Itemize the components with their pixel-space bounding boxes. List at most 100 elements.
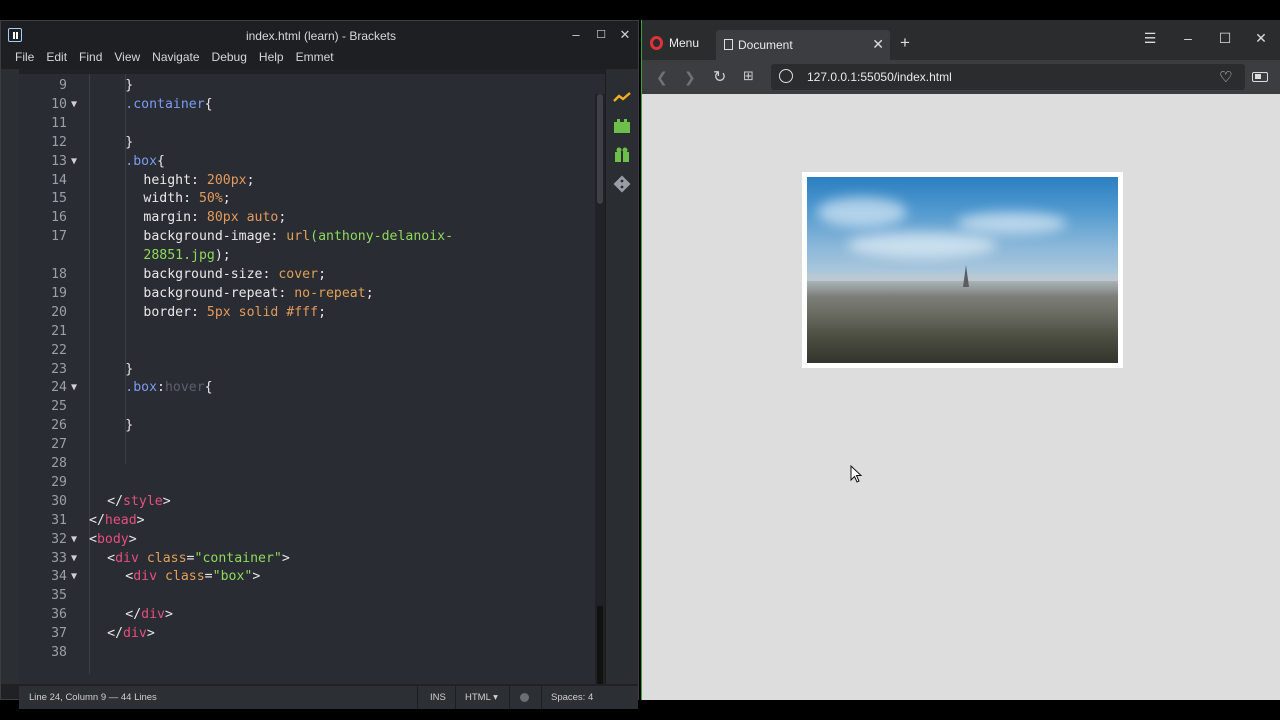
code-text: background-image: url(anthony-delanoix- xyxy=(143,227,453,246)
code-line[interactable]: 14 height: 200px; xyxy=(19,171,605,190)
page-viewport xyxy=(642,95,1280,700)
back-icon[interactable]: ❮ xyxy=(656,69,668,86)
code-token: background-repeat: xyxy=(143,285,295,301)
code-token: : xyxy=(157,380,165,396)
line-number: 31 xyxy=(51,512,67,528)
close-button[interactable]: ✕ xyxy=(615,25,635,45)
menu-navigate[interactable]: Navigate xyxy=(146,49,205,69)
code-text: </div> xyxy=(107,624,155,643)
cursor-position[interactable]: Line 24, Column 9 — 44 Lines xyxy=(29,692,157,703)
code-line[interactable]: 38 xyxy=(19,643,605,662)
url-field[interactable]: 127.0.0.1:55050/index.html ♡ xyxy=(771,64,1245,90)
fold-arrow-icon[interactable]: ▼ xyxy=(71,549,77,568)
menu-file[interactable]: File xyxy=(9,49,40,69)
menu-label: Menu xyxy=(669,36,700,50)
code-line[interactable]: 25 xyxy=(19,397,605,416)
forward-icon[interactable]: ❯ xyxy=(684,69,696,86)
code-line[interactable]: 19 background-repeat: no-repeat; xyxy=(19,284,605,303)
code-line[interactable]: 20 border: 5px solid #fff; xyxy=(19,303,605,322)
browser-close-button[interactable]: ✕ xyxy=(1251,30,1271,47)
code-line[interactable]: 33 ▼ <div class="container"> xyxy=(19,549,605,568)
code-line[interactable]: 24 ▼ .box:hover{ xyxy=(19,378,605,397)
git-icon[interactable] xyxy=(613,175,631,193)
minimize-button[interactable]: – xyxy=(566,25,586,45)
reload-icon[interactable]: ↻ xyxy=(713,67,726,87)
code-line[interactable]: 13 ▼ .box{ xyxy=(19,152,605,171)
maximize-button[interactable]: ☐ xyxy=(591,25,611,45)
code-line[interactable]: 34 ▼ <div class="box"> xyxy=(19,567,605,586)
code-token: { xyxy=(204,96,213,112)
menu-find[interactable]: Find xyxy=(73,49,108,69)
extension-gift-icon[interactable] xyxy=(613,146,631,164)
code-line[interactable]: 17 background-image: url(anthony-delanoix… xyxy=(19,227,605,246)
code-token: > xyxy=(128,531,137,547)
code-line[interactable]: 22 xyxy=(19,341,605,360)
line-number: 34 xyxy=(51,569,67,585)
fold-arrow-icon[interactable]: ▼ xyxy=(71,567,77,586)
extension-manager-icon[interactable] xyxy=(613,117,631,135)
code-text: border: 5px solid #fff; xyxy=(143,303,326,322)
tab-menu-icon[interactable]: ☰ xyxy=(1140,30,1160,47)
code-token: 50% xyxy=(198,191,223,207)
line-number: 23 xyxy=(51,361,67,377)
line-number: 12 xyxy=(51,134,67,150)
code-line[interactable]: 23} xyxy=(19,360,605,379)
opera-menu-button[interactable]: Menu xyxy=(650,36,699,50)
line-number: 30 xyxy=(51,493,67,509)
speed-dial-icon[interactable]: ⊞ xyxy=(743,68,754,84)
menu-edit[interactable]: Edit xyxy=(40,49,73,69)
status-separator xyxy=(455,686,456,709)
code-line[interactable]: 12} xyxy=(19,133,605,152)
status-separator xyxy=(417,686,418,709)
code-line[interactable]: 36 </div> xyxy=(19,605,605,624)
code-line[interactable]: 35 xyxy=(19,586,605,605)
document-icon xyxy=(724,39,733,50)
code-line[interactable]: 28851.jpg); xyxy=(19,246,605,265)
tab-document[interactable]: Document ✕ xyxy=(716,30,890,60)
code-line[interactable]: 37 </div> xyxy=(19,624,605,643)
code-token: </ xyxy=(107,493,124,509)
code-token: } xyxy=(125,361,134,377)
language-select[interactable]: HTML ▾ xyxy=(465,692,498,703)
menu-debug[interactable]: Debug xyxy=(206,49,253,69)
menu-help[interactable]: Help xyxy=(253,49,290,69)
heart-icon[interactable]: ♡ xyxy=(1219,68,1232,86)
code-line[interactable]: 29 xyxy=(19,473,605,492)
menu-view[interactable]: View xyxy=(108,49,146,69)
code-text: .box{ xyxy=(125,152,165,171)
menu-emmet[interactable]: Emmet xyxy=(290,49,340,69)
indent-spaces[interactable]: Spaces: 4 xyxy=(551,692,593,703)
insert-mode-indicator[interactable]: INS xyxy=(430,692,446,703)
fold-arrow-icon[interactable]: ▼ xyxy=(71,378,77,397)
linter-status-icon[interactable] xyxy=(520,693,529,702)
code-editor[interactable]: 9} 10 ▼ .container{11 12} 13 ▼ .box{14 height: 2… xyxy=(19,74,605,684)
code-line[interactable]: 11 xyxy=(19,114,605,133)
code-token: > xyxy=(281,550,290,566)
code-token: head xyxy=(104,512,137,528)
code-line[interactable]: 10 ▼ .container{ xyxy=(19,95,605,114)
fold-arrow-icon[interactable]: ▼ xyxy=(71,530,77,549)
code-line[interactable]: 26} xyxy=(19,416,605,435)
address-bar-row: ❮ ❯ ↻ ⊞ 127.0.0.1:55050/index.html ♡ xyxy=(642,60,1280,94)
live-preview-icon[interactable] xyxy=(613,89,631,107)
fold-arrow-icon[interactable]: ▼ xyxy=(71,152,77,171)
fold-arrow-icon[interactable]: ▼ xyxy=(71,95,77,114)
battery-saver-icon[interactable] xyxy=(1252,72,1268,82)
code-line[interactable]: 31 </head> xyxy=(19,511,605,530)
scrollbar-thumb[interactable] xyxy=(597,94,603,204)
language-label: HTML xyxy=(465,692,491,703)
new-tab-button[interactable]: + xyxy=(900,33,910,53)
code-line[interactable]: 28 xyxy=(19,454,605,473)
browser-maximize-button[interactable]: ☐ xyxy=(1215,30,1235,47)
code-line[interactable]: 9} xyxy=(19,76,605,95)
line-number: 10 xyxy=(51,96,67,112)
code-line[interactable]: 18 background-size: cover; xyxy=(19,265,605,284)
code-line[interactable]: 16 margin: 80px auto; xyxy=(19,208,605,227)
code-line[interactable]: 27 xyxy=(19,435,605,454)
code-line[interactable]: 15 width: 50%; xyxy=(19,189,605,208)
code-line[interactable]: 30 </style> xyxy=(19,492,605,511)
code-line[interactable]: 21 xyxy=(19,322,605,341)
code-line[interactable]: 32 ▼ <body> xyxy=(19,530,605,549)
browser-minimize-button[interactable]: – xyxy=(1178,30,1198,46)
tab-close-icon[interactable]: ✕ xyxy=(872,36,884,53)
